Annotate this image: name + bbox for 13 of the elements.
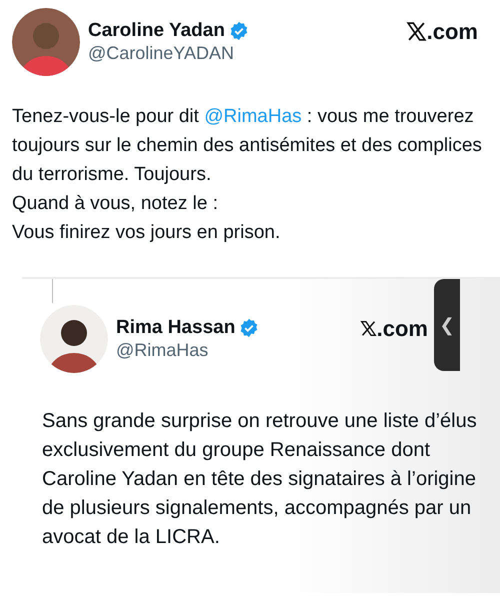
site-label: .com xyxy=(376,314,428,342)
site-label: .com xyxy=(426,18,478,46)
author-name[interactable]: Caroline Yadan xyxy=(88,20,225,43)
author-handle[interactable]: @CarolineYADAN xyxy=(88,42,406,64)
post-text: Tenez-vous-le pour dit @RimaHas : vous me trouverez toujours sur le chemin des antisémites et des complices du terrorisme. Toujours. xyxy=(12,105,483,187)
post-text: Quand à vous, notez le : xyxy=(12,192,219,216)
post-text: Vous finirez vos jours en prison. xyxy=(12,221,282,245)
x-logo-icon xyxy=(360,320,377,336)
x-logo-icon xyxy=(406,20,427,42)
side-handle[interactable]: ❮ xyxy=(434,279,460,371)
author-handle[interactable]: @RimaHas xyxy=(116,340,360,362)
author-name[interactable]: Rima Hassan xyxy=(116,316,236,340)
post-text: Sans grande surprise on retrouve une liste d’élus exclusivement du groupe Renaissance dont Caroline Yadan en tête des signataires à l’origine de plusieurs signalements, accompagnés par un avocat de la LICRA. xyxy=(42,409,478,550)
